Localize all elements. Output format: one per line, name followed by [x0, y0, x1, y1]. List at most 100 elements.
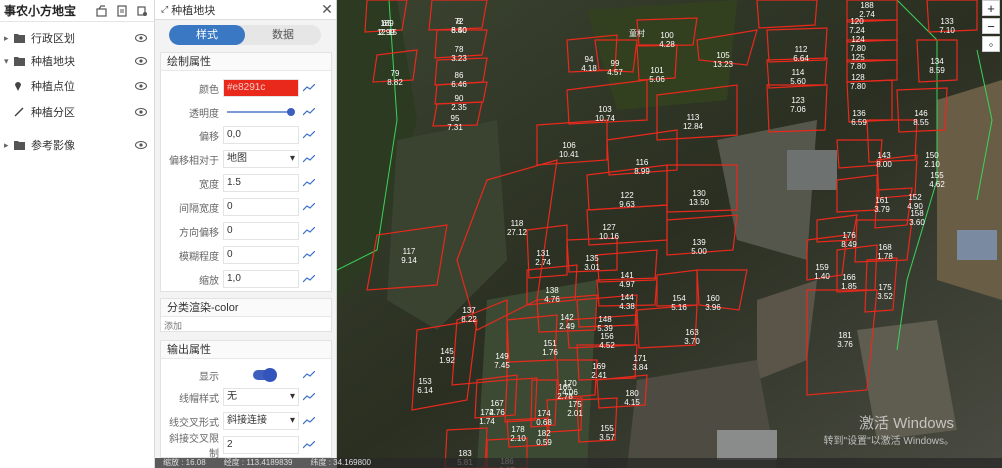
tree-item-points[interactable]: 种植点位	[0, 74, 155, 98]
plot-area-label: 6.59	[851, 118, 867, 127]
export-icon[interactable]	[114, 3, 130, 19]
plot-id-label: 152	[908, 193, 922, 202]
expand-arrow-icon[interactable]: ▸	[4, 33, 14, 44]
tree-item-plots[interactable]: ▾ 种植地块	[0, 49, 155, 73]
output-properties-section: 输出属性 显示 线帽样式 无 线交叉形式 斜接连接 斜接交叉限制 2	[160, 340, 333, 460]
plot-area-label: 8.00	[876, 160, 892, 169]
plot-area-label: 0.68	[536, 418, 552, 427]
expression-icon[interactable]	[299, 131, 319, 139]
expression-icon[interactable]	[299, 275, 319, 283]
plot-id-label: 146	[914, 109, 928, 118]
visibility-eye-icon[interactable]	[135, 108, 151, 116]
expression-icon[interactable]	[299, 108, 319, 116]
layer-tree-sidebar: 事农小方地宝 ▸ 行政区划 ▾ 种植地块 种植点位 种植分区 ▸ 参考影像	[0, 0, 155, 468]
plot-area-label: 13.50	[689, 198, 710, 207]
expression-icon[interactable]	[299, 417, 319, 425]
expression-icon[interactable]	[299, 179, 319, 187]
plot-area-label: 7.80	[850, 44, 866, 53]
plot-id-label: 112	[795, 45, 808, 54]
reset-north-button[interactable]: ◦	[982, 36, 1000, 52]
coordinate-status-bar: 缩放 : 16.08 经度 : 113.4189839 纬度 : 34.1698…	[155, 458, 1002, 468]
width-input[interactable]: 1.5	[223, 174, 299, 192]
plot-id-label: 176	[842, 231, 856, 240]
expression-icon[interactable]	[299, 203, 319, 211]
expression-icon[interactable]	[299, 441, 319, 449]
plot-id-label: 163	[685, 328, 699, 337]
prop-label: 显示	[199, 371, 219, 383]
plot-area-label: 1.78	[877, 252, 893, 261]
expression-icon[interactable]	[299, 251, 319, 259]
plot-area-label: 5.00	[691, 247, 707, 256]
plot-area-label: 3.01	[584, 263, 600, 272]
add-class-button[interactable]: 添加	[161, 317, 331, 334]
plot-id-label: 161	[875, 196, 889, 205]
direction-offset-input[interactable]: 0	[223, 222, 299, 240]
plot-area-label: 3.96	[705, 303, 721, 312]
offset-anchor-select[interactable]: 地图	[223, 150, 299, 168]
layer-style-panel: ⤢ 种植地块 ✕ 样式 数据 绘制属性 颜色 #e8291c 透明度 偏移 0,…	[155, 0, 337, 468]
blur-input[interactable]: 0	[223, 246, 299, 264]
tree-item-imagery[interactable]: ▸ 参考影像	[0, 133, 155, 157]
zoom-in-button[interactable]: +	[982, 0, 1000, 16]
plot-area-label: 4.38	[619, 302, 635, 311]
classify-section: 分类渲染-color 添加	[160, 298, 332, 332]
plot-area-label: 4.97	[619, 280, 635, 289]
plot-area-label: 4.62	[929, 180, 945, 189]
plot-area-label: 12.15	[377, 28, 398, 37]
plot-area-label: 9.14	[401, 256, 417, 265]
settings-icon[interactable]	[134, 3, 150, 19]
visible-toggle[interactable]	[253, 368, 277, 382]
close-icon[interactable]: ✕	[318, 1, 336, 18]
plot-area-label: 7.06	[790, 105, 806, 114]
plot-area-label: 3.76	[837, 340, 853, 349]
prop-label: 线帽样式	[179, 393, 219, 405]
expression-icon[interactable]	[299, 371, 319, 379]
slider-handle[interactable]	[287, 108, 295, 116]
expression-icon[interactable]	[299, 155, 319, 163]
visibility-eye-icon[interactable]	[135, 141, 151, 149]
plot-id-label: 155	[930, 171, 944, 180]
plot-area-label: 8.49	[841, 240, 857, 249]
plot-id-label: 168	[878, 243, 892, 252]
plot-area-label: 0.59	[536, 438, 552, 447]
line-cap-select[interactable]: 无	[223, 388, 299, 406]
tab-style[interactable]: 样式	[169, 25, 245, 45]
plot-area-label: 2.41	[591, 371, 607, 380]
tree-item-zones[interactable]: 种植分区	[0, 100, 155, 124]
miter-limit-input[interactable]: 2	[223, 436, 299, 454]
scale-input[interactable]: 1,0	[223, 270, 299, 288]
prop-row-miter-limit: 斜接交叉限制 2	[161, 434, 333, 460]
plot-id-label: 175	[878, 283, 892, 292]
color-picker[interactable]: #e8291c	[223, 79, 299, 97]
offset-input[interactable]: 0,0	[223, 126, 299, 144]
tab-data[interactable]: 数据	[245, 25, 321, 45]
line-join-select[interactable]: 斜接连接	[223, 412, 299, 430]
section-title: 输出属性	[161, 341, 331, 359]
visibility-eye-icon[interactable]	[135, 82, 151, 90]
expression-icon[interactable]	[299, 84, 319, 92]
expression-icon[interactable]	[299, 227, 319, 235]
add-layer-icon[interactable]	[94, 3, 110, 19]
visibility-eye-icon[interactable]	[135, 57, 151, 65]
expand-arrow-icon[interactable]: ▸	[4, 140, 14, 151]
plot-id-label: 160	[706, 294, 720, 303]
map-canvas[interactable]: 童村 65 2.99 72 6.50 78 3.23 79 8.82 86 6.46 90 2.35 9…	[337, 0, 1002, 468]
plot-id-label: 79	[391, 69, 400, 78]
plot-area-label: 4.28	[659, 40, 675, 49]
plot-area-label: 7.45	[494, 361, 510, 370]
plot-id-label: 145	[440, 347, 454, 356]
visibility-eye-icon[interactable]	[135, 34, 151, 42]
plot-id-label: 139	[692, 238, 706, 247]
tree-item-admin[interactable]: ▸ 行政区划	[0, 26, 155, 50]
plot-area-label: 8.40	[451, 26, 467, 35]
zoom-readout: 缩放 : 16.08	[163, 458, 206, 467]
gap-width-input[interactable]: 0	[223, 198, 299, 216]
satellite-imagery: 童村 652.99726.50783.23798.82866.46902.359…	[337, 0, 1002, 468]
prop-label: 透明度	[189, 108, 219, 120]
expression-icon[interactable]	[299, 393, 319, 401]
plot-area-label: 7.80	[850, 62, 866, 71]
plot-area-label: 1.85	[841, 282, 857, 291]
zoom-out-button[interactable]: −	[982, 18, 1000, 34]
opacity-slider[interactable]	[223, 103, 299, 121]
collapse-arrow-icon[interactable]: ▾	[4, 56, 14, 67]
